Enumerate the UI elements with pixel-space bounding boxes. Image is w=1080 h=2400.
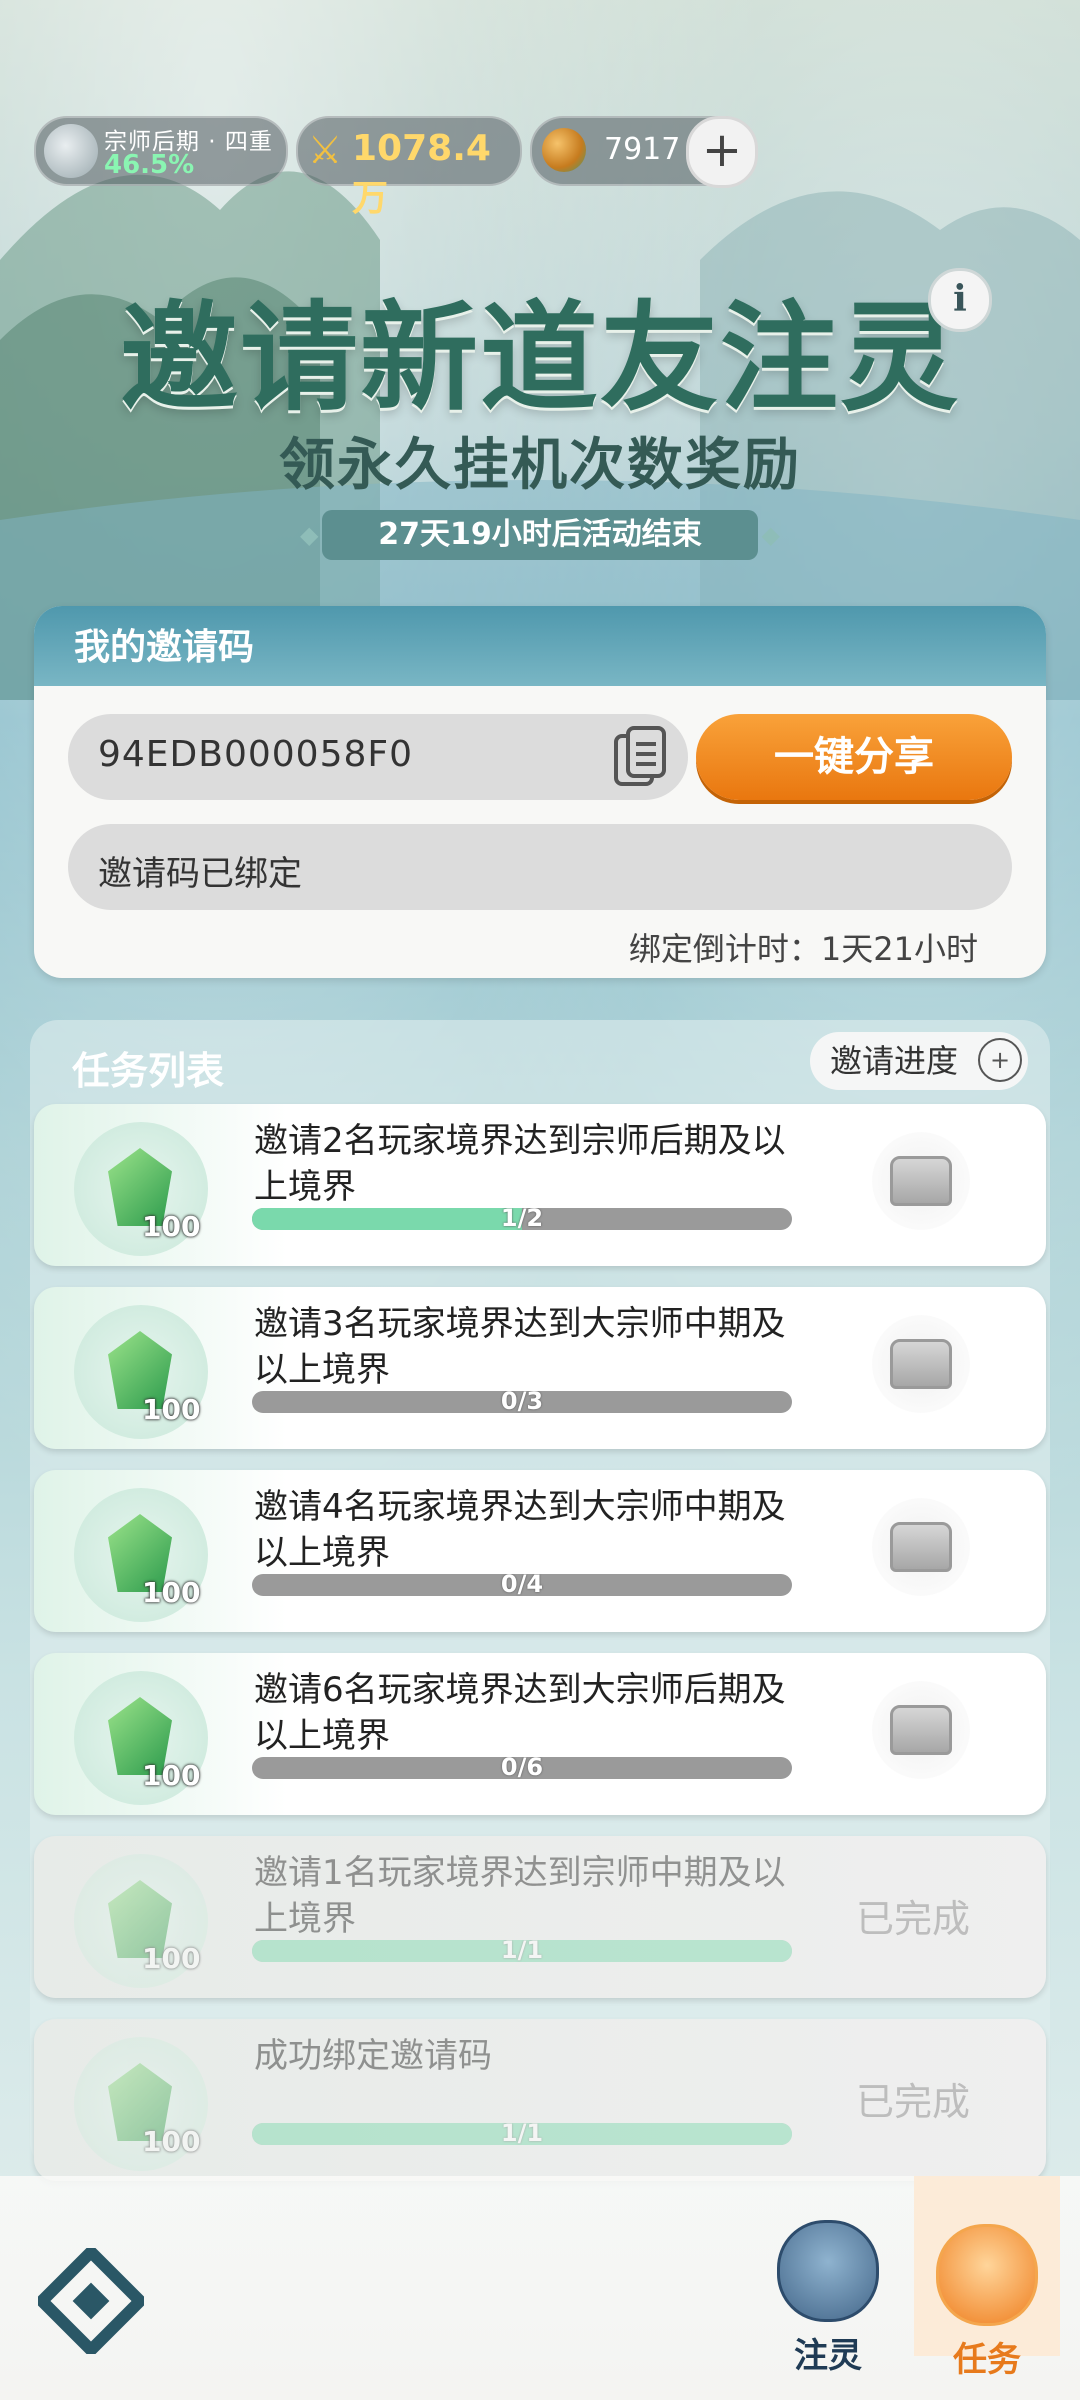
- task-row[interactable]: 100 邀请2名玩家境界达到宗师后期及以上境界 1/2: [34, 1104, 1046, 1266]
- task-progress-bar: 0/4: [252, 1574, 792, 1596]
- realm-status[interactable]: 宗师后期 · 四重 46.5%: [34, 116, 288, 186]
- leaf-icon: [777, 2220, 879, 2322]
- event-subtitle: 领永久挂机次数奖励: [279, 433, 801, 498]
- reward-count: 100: [142, 2125, 201, 2158]
- reward-item: 100: [74, 1854, 208, 1988]
- task-progress-bar: 0/6: [252, 1757, 792, 1779]
- task-progress-text: 1/1: [500, 2123, 544, 2145]
- completed-label: 已完成: [856, 2080, 971, 2124]
- task-title: 邀请3名玩家境界达到大宗师中期及以上境界: [254, 1304, 786, 1390]
- task-progress-bar: 1/2: [252, 1208, 792, 1230]
- bound-status-field: 邀请码已绑定: [68, 824, 1012, 910]
- task-progress-bar: 1/1: [252, 2123, 792, 2145]
- reward-count: 100: [142, 1759, 201, 1792]
- nav-tab-spirit-label: 注灵: [794, 2336, 862, 2376]
- invite-card-header: 我的邀请码: [34, 606, 1046, 686]
- bottom-navigation: 注灵 任务: [0, 2176, 1080, 2400]
- task-list-header: 任务列表: [72, 1049, 225, 1093]
- avatar: [44, 124, 98, 178]
- task-title: 邀请2名玩家境界达到宗师后期及以上境界: [254, 1121, 786, 1207]
- event-countdown: 27天19小时后活动结束: [300, 510, 780, 560]
- currency-value: 7917: [604, 132, 681, 167]
- invite-progress-label: 邀请进度: [830, 1042, 959, 1080]
- chest-body: [890, 1339, 952, 1389]
- reward-item: 100: [74, 2037, 208, 2171]
- scroll-icon: [936, 2224, 1038, 2326]
- add-currency-button[interactable]: +: [686, 116, 758, 188]
- task-progress-bar: 1/1: [252, 1940, 792, 1962]
- combat-power-value: 1078.4万: [352, 128, 491, 219]
- treasure-chest-icon[interactable]: [872, 1315, 970, 1413]
- chest-body: [890, 1522, 952, 1572]
- task-title: 成功绑定邀请码: [254, 2036, 492, 2076]
- treasure-chest-icon[interactable]: [872, 1132, 970, 1230]
- task-progress-text: 0/3: [500, 1391, 544, 1413]
- game-logo-icon[interactable]: [38, 2248, 144, 2354]
- reward-item: 100: [74, 1305, 208, 1439]
- task-progress-bar: 0/3: [252, 1391, 792, 1413]
- completed-label: 已完成: [856, 1897, 971, 1941]
- chest-body: [890, 1156, 952, 1206]
- task-row[interactable]: 100 邀请1名玩家境界达到宗师中期及以上境界 1/1 已完成: [34, 1836, 1046, 1998]
- combat-power: ⚔ 1078.4万: [296, 116, 522, 219]
- invite-code-text: 94EDB000058F0: [98, 734, 414, 775]
- nav-tab-spirit[interactable]: 注灵: [758, 2220, 898, 2377]
- task-progress-text: 0/6: [500, 1757, 544, 1779]
- invite-code-card: 我的邀请码 94EDB000058F0 一键分享 邀请码已绑定 绑定倒计时：1天…: [34, 606, 1046, 978]
- chest-body: [890, 1705, 952, 1755]
- reward-count: 100: [142, 1210, 201, 1243]
- reward-count: 100: [142, 1576, 201, 1609]
- nav-tab-tasks-label: 任务: [953, 2340, 1021, 2380]
- reward-item: 100: [74, 1671, 208, 1805]
- treasure-chest-icon[interactable]: [872, 1498, 970, 1596]
- task-row[interactable]: 100 邀请4名玩家境界达到大宗师中期及以上境界 0/4: [34, 1470, 1046, 1632]
- task-row[interactable]: 100 邀请6名玩家境界达到大宗师后期及以上境界 0/6: [34, 1653, 1046, 1815]
- spirit-stone-icon: [542, 128, 586, 172]
- bind-countdown: 绑定倒计时：1天21小时: [628, 930, 978, 968]
- reward-item: 100: [74, 1488, 208, 1622]
- bound-status-text: 邀请码已绑定: [98, 854, 302, 894]
- task-row[interactable]: 100 邀请3名玩家境界达到大宗师中期及以上境界 0/3: [34, 1287, 1046, 1449]
- invite-progress-button[interactable]: 邀请进度 +: [810, 1032, 1028, 1090]
- reward-count: 100: [142, 1942, 201, 1975]
- share-button[interactable]: 一键分享: [696, 714, 1012, 800]
- invite-code-field: 94EDB000058F0: [68, 714, 688, 800]
- task-progress-text: 1/1: [500, 1940, 544, 1962]
- task-title: 邀请1名玩家境界达到宗师中期及以上境界: [254, 1853, 786, 1939]
- currency-display: 7917 +: [530, 116, 758, 188]
- reward-count: 100: [142, 1393, 201, 1426]
- task-title: 邀请4名玩家境界达到大宗师中期及以上境界: [254, 1487, 786, 1573]
- info-button[interactable]: i: [928, 268, 992, 332]
- treasure-chest-icon[interactable]: [872, 1681, 970, 1779]
- sword-icon: ⚔: [308, 128, 343, 172]
- copy-icon[interactable]: [612, 726, 668, 790]
- task-progress-text: 0/4: [500, 1574, 544, 1596]
- reward-item: 100: [74, 1122, 208, 1256]
- event-title: 邀请新道友注灵: [119, 289, 960, 427]
- task-row[interactable]: 100 成功绑定邀请码 1/1 已完成: [34, 2019, 1046, 2181]
- task-title: 邀请6名玩家境界达到大宗师后期及以上境界: [254, 1670, 786, 1756]
- task-progress-text: 1/2: [500, 1208, 544, 1230]
- nav-tab-tasks[interactable]: 任务: [914, 2176, 1060, 2380]
- realm-progress: 46.5%: [104, 150, 195, 180]
- add-friend-icon: +: [978, 1038, 1022, 1082]
